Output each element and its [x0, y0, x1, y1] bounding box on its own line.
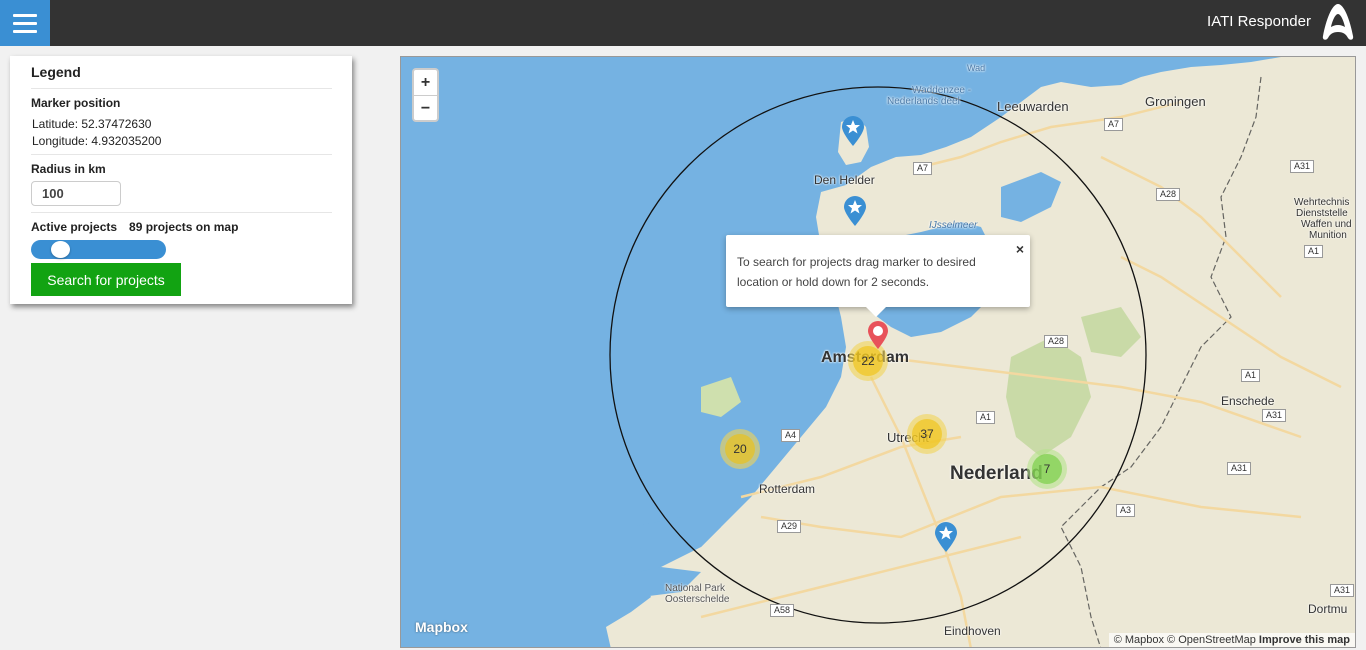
top-bar: IATI Responder [0, 0, 1366, 46]
project-cluster[interactable]: 7 [1027, 449, 1067, 489]
project-star-marker-icon[interactable] [840, 115, 866, 147]
label-eindhoven: Eindhoven [944, 624, 1001, 638]
road-shield: A58 [770, 604, 795, 617]
projects-count: 89 projects on map [129, 220, 239, 234]
divider [31, 212, 332, 213]
road-shield: A29 [777, 520, 802, 533]
label-ijsselmeer: IJsselmeer [929, 220, 978, 231]
popup-close-button[interactable]: × [1016, 239, 1024, 259]
latitude-value: Latitude: 52.37472630 [32, 117, 152, 131]
road-shield: A4 [781, 429, 801, 442]
road-shield: A31 [1227, 462, 1252, 475]
longitude-value: Longitude: 4.932035200 [32, 134, 162, 148]
project-star-marker-icon[interactable] [842, 195, 868, 227]
attribution-link[interactable]: © Mapbox © OpenStreetMap [1114, 634, 1256, 646]
label-groningen: Groningen [1145, 94, 1206, 109]
cluster-count: 37 [912, 419, 942, 449]
position-marker-icon[interactable] [866, 320, 890, 350]
app-title: IATI Responder [1207, 13, 1311, 30]
project-star-marker-icon[interactable] [933, 521, 959, 553]
label-munition: Munition [1309, 230, 1347, 241]
divider [31, 154, 332, 155]
road-shield: A7 [1104, 118, 1124, 131]
search-projects-button[interactable]: Search for projects [31, 263, 181, 296]
hamburger-icon-line [13, 13, 37, 17]
label-rotterdam: Rotterdam [759, 482, 816, 496]
app-logo-icon [1322, 4, 1354, 40]
info-popup: × To search for projects drag marker to … [726, 235, 1030, 317]
popup-text: To search for projects drag marker to de… [737, 255, 976, 289]
hamburger-icon-line [13, 21, 37, 25]
label-enschede: Enschede [1221, 394, 1275, 408]
legend-panel: Legend Marker position Latitude: 52.3747… [10, 56, 352, 304]
label-waffen: Waffen und [1301, 219, 1352, 230]
cluster-count: 20 [725, 434, 755, 464]
map-view[interactable]: Amsterdam Utrecht Rotterdam Nederland De… [400, 56, 1356, 648]
label-oosterschelde: Oosterschelde [665, 594, 730, 605]
hamburger-icon-line [13, 29, 37, 33]
project-cluster[interactable]: 20 [720, 429, 760, 469]
improve-map-link[interactable]: Improve this map [1259, 634, 1350, 646]
road-shield: A31 [1262, 409, 1287, 422]
label-wad: Wad [967, 63, 986, 73]
road-shield: A7 [913, 162, 933, 175]
label-national-park: National Park [665, 583, 726, 594]
road-shield: A31 [1290, 160, 1315, 173]
zoom-out-button[interactable]: − [414, 95, 437, 120]
radius-input[interactable] [31, 181, 121, 206]
active-projects-row: Active projects 89 projects on map [31, 220, 332, 234]
toggle-knob[interactable] [51, 241, 70, 258]
map-attribution: © Mapbox © OpenStreetMap Improve this ma… [1108, 633, 1355, 647]
road-shield: A28 [1044, 335, 1069, 348]
label-wehrtechnis: Wehrtechnis [1294, 197, 1350, 208]
road-shield: A1 [1241, 369, 1261, 382]
road-shield: A28 [1156, 188, 1181, 201]
zoom-in-button[interactable]: + [414, 70, 437, 95]
label-dortmund: Dortmu [1308, 602, 1348, 616]
label-den-helder: Den Helder [814, 173, 875, 187]
road-shield: A1 [976, 411, 996, 424]
cluster-count: 7 [1032, 454, 1062, 484]
road-shield: A3 [1116, 504, 1136, 517]
radius-label: Radius in km [31, 162, 106, 176]
label-waddenzee: Waddenzee - [912, 85, 972, 96]
zoom-control: + − [412, 68, 439, 122]
road-shield: A31 [1330, 584, 1355, 597]
hamburger-menu-button[interactable] [0, 0, 50, 46]
legend-title: Legend [31, 64, 332, 89]
active-projects-toggle[interactable] [31, 240, 166, 259]
label-dienststelle: Dienststelle [1296, 208, 1348, 219]
project-cluster[interactable]: 37 [907, 414, 947, 454]
label-waddenzee-2: Nederlands deel [887, 96, 960, 107]
mapbox-logo[interactable]: Mapbox [415, 619, 468, 635]
marker-position-label: Marker position [31, 96, 121, 110]
road-shield: A1 [1304, 245, 1324, 258]
cluster-count: 22 [853, 346, 883, 376]
active-projects-label: Active projects [31, 220, 118, 234]
label-leeuwarden: Leeuwarden [997, 99, 1069, 114]
